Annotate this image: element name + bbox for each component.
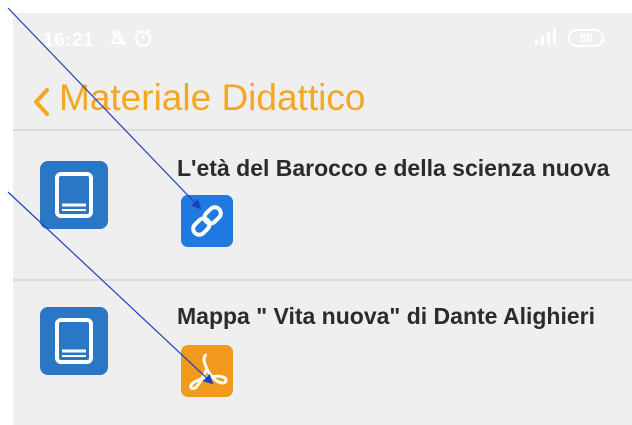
status-time: 16:21 xyxy=(43,30,95,51)
alarm-icon xyxy=(135,29,151,47)
list-item[interactable]: Mappa " Vita nuova" di Dante Alighieri xyxy=(13,279,632,425)
mute-icon xyxy=(110,28,126,46)
app-header: Materiale Didattico xyxy=(13,73,632,129)
status-bar: 16:21 88 xyxy=(13,13,632,63)
link-icon[interactable] xyxy=(181,195,233,247)
page-title: Materiale Didattico xyxy=(59,77,366,118)
signal-icon xyxy=(535,28,556,45)
app-screen: 16:21 88 Materiale Didattico L'età del B… xyxy=(13,13,632,425)
book-icon xyxy=(40,307,108,375)
list-item[interactable]: L'età del Barocco e della scienza nuova xyxy=(13,129,632,279)
item-title[interactable]: L'età del Barocco e della scienza nuova xyxy=(177,155,609,182)
book-icon xyxy=(40,161,108,229)
chevron-left-icon[interactable] xyxy=(31,87,51,117)
item-title[interactable]: Mappa " Vita nuova" di Dante Alighieri xyxy=(177,303,595,330)
battery-icon: 88 xyxy=(568,29,604,47)
pdf-icon[interactable] xyxy=(181,345,233,397)
